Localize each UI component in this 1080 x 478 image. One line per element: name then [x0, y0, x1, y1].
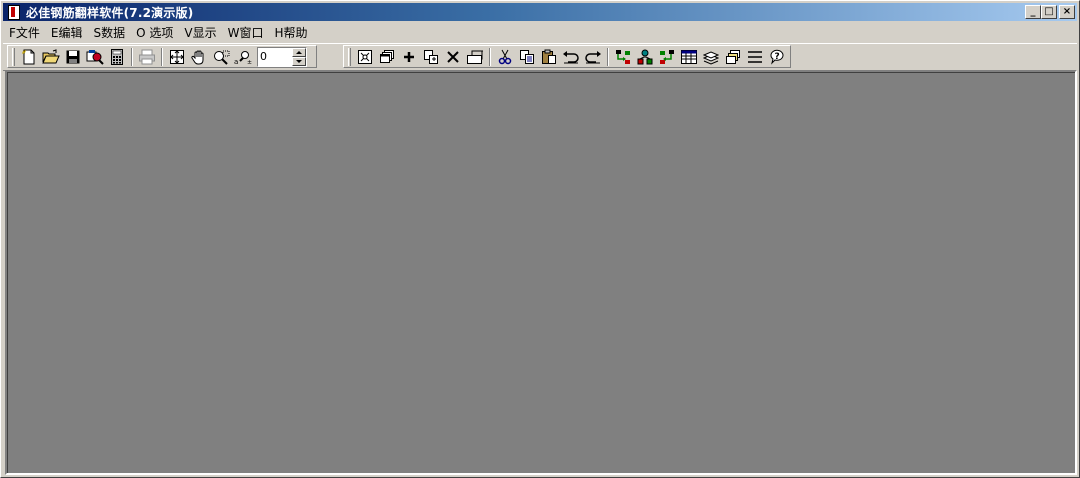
zoom-spin-buttons [292, 47, 306, 66]
menu-bar: F文件 E编辑 S数据 O 选项 V显示 W窗口 H帮助 [3, 23, 1077, 42]
menu-view[interactable]: V显示 [178, 24, 221, 41]
edit-toolbar: ? [343, 45, 791, 68]
copy-icon[interactable] [516, 46, 538, 68]
spin-up-button[interactable] [292, 47, 306, 57]
copy-object-icon[interactable] [420, 46, 442, 68]
print-preview-icon[interactable] [84, 46, 106, 68]
toolbar-grip[interactable] [12, 47, 15, 66]
select-window-icon[interactable] [354, 46, 376, 68]
zoom-window-icon[interactable] [210, 46, 232, 68]
delete-icon[interactable] [442, 46, 464, 68]
print-icon[interactable] [136, 46, 158, 68]
layers-icon[interactable] [700, 46, 722, 68]
table-icon[interactable] [678, 46, 700, 68]
window-title: 必佳钢筋翻样软件(7.2演示版) [26, 5, 194, 20]
toolbar-separator [161, 47, 163, 66]
zoom-extents-icon[interactable] [166, 46, 188, 68]
add-icon[interactable] [398, 46, 420, 68]
standard-toolbar: a ± [7, 45, 317, 68]
menu-help[interactable]: H帮助 [268, 24, 312, 41]
import-icon[interactable] [656, 46, 678, 68]
app-window: 必佳钢筋翻样软件(7.2演示版) _ □ × F文件 E编辑 S数据 O 选项 … [0, 0, 1080, 478]
undo-icon[interactable] [560, 46, 582, 68]
network-icon[interactable] [634, 46, 656, 68]
new-file-icon[interactable] [18, 46, 40, 68]
export-icon[interactable] [612, 46, 634, 68]
cascade-windows-icon[interactable] [376, 46, 398, 68]
save-icon[interactable] [62, 46, 84, 68]
calculator-icon[interactable] [106, 46, 128, 68]
menu-window[interactable]: W窗口 [222, 24, 269, 41]
mdi-client-area[interactable] [5, 70, 1077, 475]
toolbar-separator [607, 47, 609, 66]
app-icon[interactable] [6, 4, 22, 20]
list-lines-icon[interactable] [744, 46, 766, 68]
toolbar-separator [489, 47, 491, 66]
open-folder-icon[interactable] [40, 46, 62, 68]
pan-hand-icon[interactable] [188, 46, 210, 68]
svg-text:?: ? [775, 52, 780, 62]
zoom-input[interactable] [258, 48, 292, 65]
cut-icon[interactable] [494, 46, 516, 68]
paste-icon[interactable] [538, 46, 560, 68]
zoom-realtime-icon[interactable]: a ± [232, 46, 254, 68]
svg-text:a: a [234, 58, 238, 65]
toolbar-dock: a ± 0 ? [3, 43, 1077, 71]
menu-data[interactable]: S数据 [88, 24, 131, 41]
spin-down-button[interactable] [292, 56, 306, 66]
close-button[interactable]: × [1059, 5, 1075, 19]
menu-edit[interactable]: E编辑 [45, 24, 88, 41]
stack-icon[interactable] [722, 46, 744, 68]
minimize-button[interactable]: _ [1025, 5, 1041, 19]
svg-text:±: ± [247, 59, 252, 65]
toolbar-separator [131, 47, 133, 66]
title-bar[interactable]: 必佳钢筋翻样软件(7.2演示版) _ □ × [3, 3, 1077, 21]
maximize-button[interactable]: □ [1041, 5, 1057, 19]
toolbar-grip[interactable] [348, 47, 351, 66]
move-object-icon[interactable] [464, 46, 486, 68]
zoom-stepper[interactable] [257, 46, 307, 67]
menu-file[interactable]: F文件 [3, 24, 45, 41]
window-controls: _ □ × [1025, 5, 1075, 19]
redo-icon[interactable] [582, 46, 604, 68]
menu-options[interactable]: O 选项 [130, 24, 178, 41]
help-icon[interactable]: ? [766, 46, 788, 68]
